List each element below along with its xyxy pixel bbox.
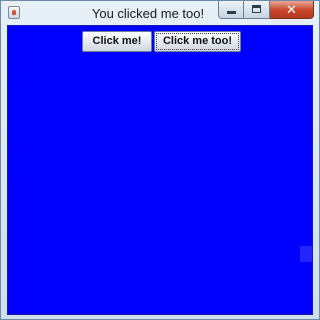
window-title: You clicked me too! (91, 6, 205, 21)
java-app-icon[interactable] (8, 6, 20, 19)
close-button[interactable]: ✕ (270, 1, 314, 19)
content-panel: Click me! Click me too! (7, 25, 313, 315)
minimize-icon (227, 11, 236, 14)
click-me-too-button[interactable]: Click me too! (154, 31, 241, 52)
click-me-button[interactable]: Click me! (82, 31, 152, 52)
minimize-button[interactable] (218, 1, 244, 19)
close-icon: ✕ (286, 2, 297, 17)
app-window: You clicked me too! ✕ Click me! Click me… (0, 0, 320, 320)
maximize-button[interactable] (244, 1, 270, 19)
title-bar[interactable]: You clicked me too! ✕ (1, 1, 319, 25)
window-controls: ✕ (218, 1, 314, 21)
panel-artifact (300, 246, 312, 262)
maximize-icon (252, 5, 261, 13)
